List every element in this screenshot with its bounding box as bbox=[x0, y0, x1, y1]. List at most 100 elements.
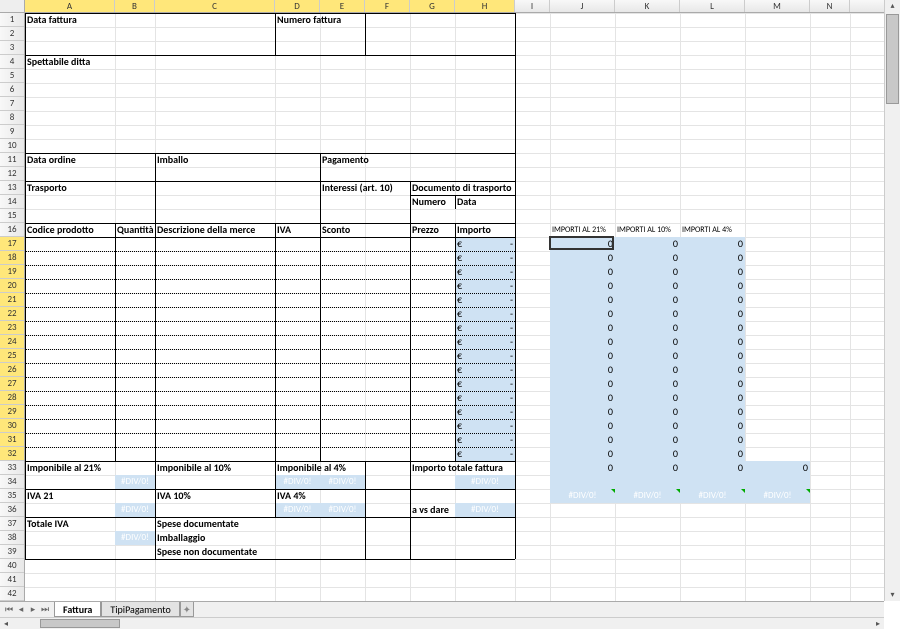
col-header-N[interactable]: N bbox=[810, 0, 850, 12]
row-header-8[interactable]: 8 bbox=[0, 111, 24, 125]
row-header-9[interactable]: 9 bbox=[0, 125, 24, 139]
row-header-30[interactable]: 30 bbox=[0, 419, 24, 433]
row-header-19[interactable]: 19 bbox=[0, 265, 24, 279]
tab-first-icon[interactable]: ⏮ bbox=[4, 605, 14, 615]
label-sconto: Sconto bbox=[320, 223, 365, 237]
vscroll-thumb[interactable] bbox=[886, 14, 899, 104]
select-all-corner[interactable] bbox=[0, 0, 25, 13]
horizontal-scrollbar[interactable]: ◂ ▸ bbox=[0, 617, 884, 629]
row-header-2[interactable]: 2 bbox=[0, 27, 24, 41]
row-header-17[interactable]: 17 bbox=[0, 237, 24, 251]
col-header-J[interactable]: J bbox=[550, 0, 615, 12]
col-header-I[interactable]: I bbox=[515, 0, 550, 12]
row-header-20[interactable]: 20 bbox=[0, 279, 24, 293]
tab-fattura[interactable]: Fattura bbox=[54, 602, 101, 617]
row-header-12[interactable]: 12 bbox=[0, 167, 24, 181]
label-totale-iva: Totale IVA bbox=[25, 517, 155, 531]
cell-grid[interactable]: Data fatturaNumero fatturaSpettabile dit… bbox=[25, 13, 884, 601]
col-header-B[interactable]: B bbox=[115, 0, 155, 12]
row-header-35[interactable]: 35 bbox=[0, 489, 24, 503]
cell-l: 0 bbox=[680, 293, 745, 307]
row-header-21[interactable]: 21 bbox=[0, 293, 24, 307]
row-header-34[interactable]: 34 bbox=[0, 475, 24, 489]
col-header-C[interactable]: C bbox=[155, 0, 275, 12]
col-header-M[interactable]: M bbox=[745, 0, 810, 12]
label-prezzo: Prezzo bbox=[410, 223, 455, 237]
col-header-E[interactable]: E bbox=[320, 0, 365, 12]
row-headers[interactable]: 1234567891011121314151617181920212223242… bbox=[0, 13, 25, 601]
cell-k: 0 bbox=[615, 279, 680, 293]
row-header-4[interactable]: 4 bbox=[0, 55, 24, 69]
hscroll-thumb[interactable] bbox=[40, 619, 120, 628]
row-header-7[interactable]: 7 bbox=[0, 97, 24, 111]
col-header-K[interactable]: K bbox=[615, 0, 680, 12]
tab-last-icon[interactable]: ⏭ bbox=[40, 605, 50, 615]
tab-prev-icon[interactable]: ◂ bbox=[16, 605, 26, 615]
row-header-1[interactable]: 1 bbox=[0, 13, 24, 27]
row-header-15[interactable]: 15 bbox=[0, 209, 24, 223]
cell-importo: €- bbox=[455, 419, 515, 433]
row-header-16[interactable]: 16 bbox=[0, 223, 24, 237]
row-header-31[interactable]: 31 bbox=[0, 433, 24, 447]
row-header-32[interactable]: 32 bbox=[0, 447, 24, 461]
row-header-40[interactable]: 40 bbox=[0, 559, 24, 573]
cell-k: 0 bbox=[615, 251, 680, 265]
row-header-26[interactable]: 26 bbox=[0, 363, 24, 377]
row-header-24[interactable]: 24 bbox=[0, 335, 24, 349]
cell-sum: 0 bbox=[615, 461, 680, 475]
row-header-29[interactable]: 29 bbox=[0, 405, 24, 419]
row-header-18[interactable]: 18 bbox=[0, 251, 24, 265]
row-header-38[interactable]: 38 bbox=[0, 531, 24, 545]
vertical-scrollbar[interactable]: ▴ ▾ bbox=[884, 0, 900, 601]
row-header-23[interactable]: 23 bbox=[0, 321, 24, 335]
col-header-D[interactable]: D bbox=[275, 0, 320, 12]
column-headers[interactable]: ABCDEFGHIJKLMN bbox=[25, 0, 884, 13]
row-header-28[interactable]: 28 bbox=[0, 391, 24, 405]
cell-div0: #DIV/0! bbox=[275, 503, 320, 517]
row-header-10[interactable]: 10 bbox=[0, 139, 24, 153]
row-header-33[interactable]: 33 bbox=[0, 461, 24, 475]
label-imp10: Imponibile al 10% bbox=[155, 461, 275, 475]
label-iva4: IVA 4% bbox=[275, 489, 365, 503]
cell-l: 0 bbox=[680, 349, 745, 363]
cell-j: 0 bbox=[550, 265, 615, 279]
row-header-36[interactable]: 36 bbox=[0, 503, 24, 517]
scroll-right-icon[interactable]: ▸ bbox=[872, 618, 884, 629]
row-header-5[interactable]: 5 bbox=[0, 69, 24, 83]
label-pagamento: Pagamento bbox=[320, 153, 455, 167]
label-spese-doc: Spese documentate bbox=[155, 517, 320, 531]
worksheet-area: ABCDEFGHIJKLMN 1234567891011121314151617… bbox=[0, 0, 884, 601]
label-imp4: Imponibile al 4% bbox=[275, 461, 365, 475]
cell-l: 0 bbox=[680, 307, 745, 321]
row-header-13[interactable]: 13 bbox=[0, 181, 24, 195]
row-header-3[interactable]: 3 bbox=[0, 41, 24, 55]
row-header-37[interactable]: 37 bbox=[0, 517, 24, 531]
cell-k: 0 bbox=[615, 349, 680, 363]
scroll-down-icon[interactable]: ▾ bbox=[885, 589, 900, 601]
label-iva10: IVA 10% bbox=[155, 489, 275, 503]
scroll-left-icon[interactable]: ◂ bbox=[0, 618, 12, 629]
row-header-22[interactable]: 22 bbox=[0, 307, 24, 321]
col-header-L[interactable]: L bbox=[680, 0, 745, 12]
row-header-6[interactable]: 6 bbox=[0, 83, 24, 97]
scroll-up-icon[interactable]: ▴ bbox=[885, 0, 900, 12]
tab-add-icon[interactable]: ✦ bbox=[180, 602, 194, 617]
tab-tipipagamento[interactable]: TipiPagamento bbox=[101, 602, 179, 617]
tab-next-icon[interactable]: ▸ bbox=[28, 605, 38, 615]
col-header-G[interactable]: G bbox=[410, 0, 455, 12]
col-header-F[interactable]: F bbox=[365, 0, 410, 12]
row-header-39[interactable]: 39 bbox=[0, 545, 24, 559]
row-header-14[interactable]: 14 bbox=[0, 195, 24, 209]
cell-l: 0 bbox=[680, 251, 745, 265]
row-header-25[interactable]: 25 bbox=[0, 349, 24, 363]
cell-j: 0 bbox=[550, 279, 615, 293]
col-header-H[interactable]: H bbox=[455, 0, 515, 12]
cell-j: 0 bbox=[550, 321, 615, 335]
row-header-42[interactable]: 42 bbox=[0, 587, 24, 601]
row-header-11[interactable]: 11 bbox=[0, 153, 24, 167]
cell-div0: #DIV/0! bbox=[320, 503, 365, 517]
row-header-27[interactable]: 27 bbox=[0, 377, 24, 391]
label-imballo: Imballo bbox=[155, 153, 275, 167]
row-header-41[interactable]: 41 bbox=[0, 573, 24, 587]
col-header-A[interactable]: A bbox=[25, 0, 115, 12]
